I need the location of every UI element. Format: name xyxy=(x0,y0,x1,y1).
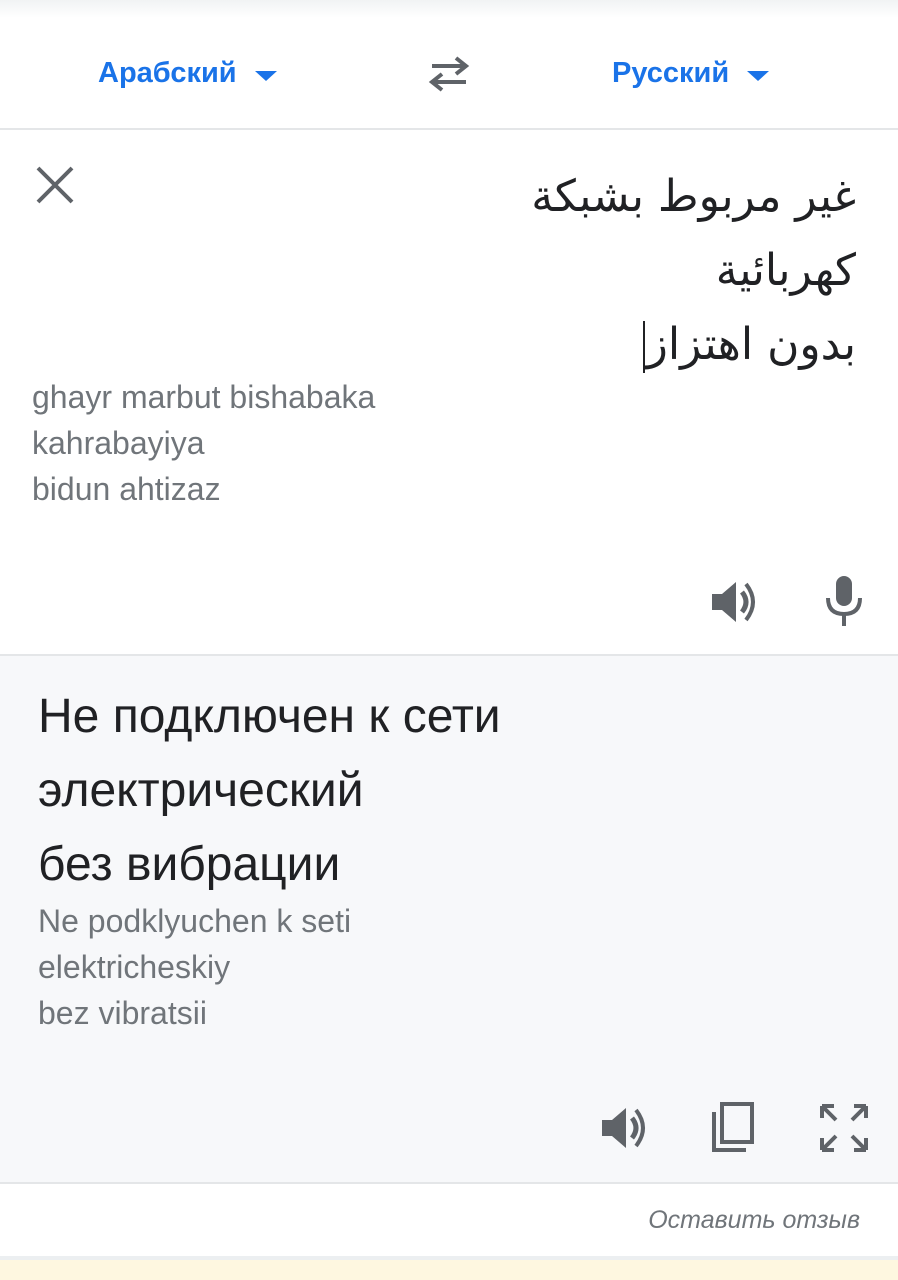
source-language-label: Арабский xyxy=(98,56,237,89)
copy-icon xyxy=(712,1102,754,1152)
send-feedback-link[interactable]: Оставить отзыв xyxy=(648,1206,860,1235)
translation-line: электрический xyxy=(38,764,364,817)
text-cursor xyxy=(642,321,645,373)
translation-line: Не подключен к сети xyxy=(38,690,501,743)
chevron-down-icon xyxy=(254,71,277,81)
fullscreen-icon xyxy=(820,1104,868,1152)
transliteration-line: kahrabayiya xyxy=(32,425,205,461)
listen-source-button[interactable] xyxy=(708,576,760,628)
fullscreen-button[interactable] xyxy=(818,1102,870,1154)
source-text-input[interactable]: غير مربوط بشبكة كهربائية بدون اهتزاز xyxy=(336,160,856,382)
speaker-icon xyxy=(602,1108,645,1148)
translation-transliteration: Ne podklyuchen k seti elektricheskiy bez… xyxy=(38,898,351,1036)
transliteration-line: bez vibratsii xyxy=(38,995,207,1031)
language-bar: Арабский Русский xyxy=(0,18,898,130)
speaker-icon xyxy=(712,582,755,622)
swap-arrows-icon xyxy=(428,56,470,92)
listen-translation-button[interactable] xyxy=(598,1102,650,1154)
transliteration-line: bidun ahtizaz xyxy=(32,471,221,507)
bottom-strip xyxy=(0,1260,898,1280)
source-language-selector[interactable]: Арабский xyxy=(98,54,277,92)
target-language-selector[interactable]: Русский xyxy=(612,54,770,92)
source-transliteration: ghayr marbut bishabaka kahrabayiya bidun… xyxy=(32,374,375,512)
microphone-icon xyxy=(826,576,862,626)
translation-text: Не подключен к сети электрический без ви… xyxy=(38,680,501,902)
source-line: بدون اهتزاز xyxy=(646,319,856,370)
voice-input-button[interactable] xyxy=(820,574,868,630)
target-language-label: Русский xyxy=(612,56,730,89)
clear-input-button[interactable] xyxy=(32,162,78,208)
close-icon xyxy=(36,166,74,204)
transliteration-line: Ne podklyuchen k seti xyxy=(38,903,352,939)
chevron-down-icon xyxy=(747,71,770,81)
copy-translation-button[interactable] xyxy=(708,1100,758,1156)
source-line: غير مربوط بشبكة xyxy=(531,171,856,222)
translation-line: без вибрации xyxy=(38,838,341,891)
transliteration-line: ghayr marbut bishabaka xyxy=(32,379,376,415)
source-line-with-cursor: بدون اهتزاز xyxy=(336,308,856,382)
transliteration-line: elektricheskiy xyxy=(38,949,231,985)
swap-languages-button[interactable] xyxy=(424,52,474,96)
top-shadow xyxy=(0,0,898,18)
source-line: كهربائية xyxy=(715,245,856,296)
translate-app: Арабский Русский غير مربوط بشبكة كهربائي… xyxy=(0,0,898,1280)
